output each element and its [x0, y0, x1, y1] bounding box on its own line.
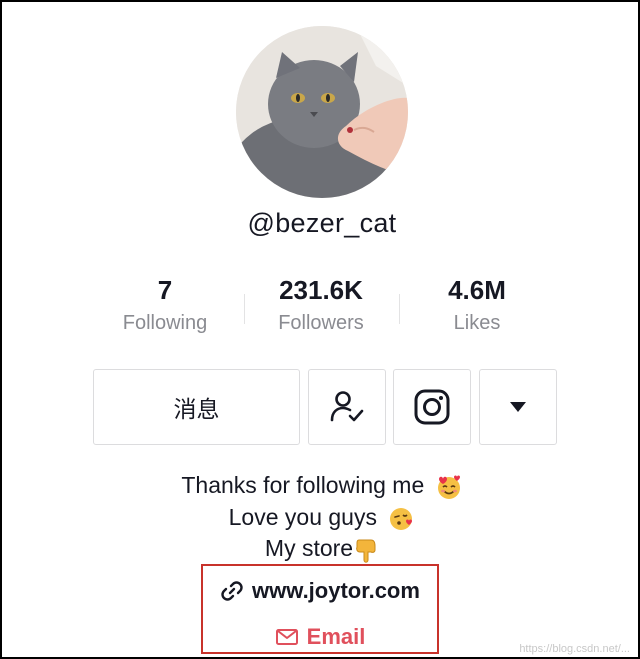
stat-following-label: Following — [122, 312, 208, 334]
watermark: https://blog.csdn.net/... — [519, 643, 630, 655]
bio-line-3: My store — [2, 533, 640, 564]
profile-avatar[interactable] — [236, 26, 408, 198]
smiling-face-with-hearts-icon — [437, 475, 460, 499]
bio-line-1: Thanks for following me — [2, 470, 640, 501]
stat-following-value: 7 — [157, 275, 173, 305]
profile-card: @bezer_cat 7 Following 231.6K Followers … — [0, 0, 640, 659]
link-icon — [221, 581, 243, 601]
instagram-icon — [414, 389, 450, 425]
bio-line-3-text: My store — [264, 535, 354, 561]
face-blowing-kiss-icon — [390, 507, 413, 530]
website-link[interactable]: www.joytor.com — [203, 578, 437, 604]
profile-handle: @bezer_cat — [247, 208, 397, 238]
more-options-button[interactable] — [479, 369, 557, 445]
stats-row: 7 Following 231.6K Followers 4.6M Likes — [2, 272, 640, 352]
mail-icon — [275, 629, 298, 645]
pointing-down-hand-icon — [356, 539, 376, 563]
cat-avatar-image — [236, 26, 408, 198]
stat-followers-value: 231.6K — [279, 275, 363, 305]
stat-likes-label: Likes — [453, 312, 501, 334]
links-highlight-box: www.joytor.com Email — [201, 564, 439, 654]
instagram-button[interactable] — [393, 369, 471, 445]
user-check-icon — [330, 391, 364, 422]
bio-line-2: Love you guys — [2, 502, 640, 533]
email-link-text: Email — [306, 624, 366, 649]
email-link[interactable]: Email — [203, 624, 437, 650]
website-link-text: www.joytor.com — [252, 578, 420, 603]
message-button-label: 消息 — [173, 396, 220, 422]
stat-followers-label: Followers — [278, 312, 364, 334]
following-button[interactable] — [308, 369, 386, 445]
stat-likes[interactable]: 4.6M Likes — [399, 272, 555, 335]
bio-line-2-text: Love you guys — [228, 504, 377, 530]
stat-followers[interactable]: 231.6K Followers — [243, 272, 399, 335]
stat-following[interactable]: 7 Following — [87, 272, 243, 335]
stat-likes-value: 4.6M — [448, 275, 506, 305]
caret-down-icon — [510, 402, 526, 412]
bio-line-1-text: Thanks for following me — [181, 472, 425, 498]
message-button[interactable]: 消息 — [93, 369, 300, 445]
